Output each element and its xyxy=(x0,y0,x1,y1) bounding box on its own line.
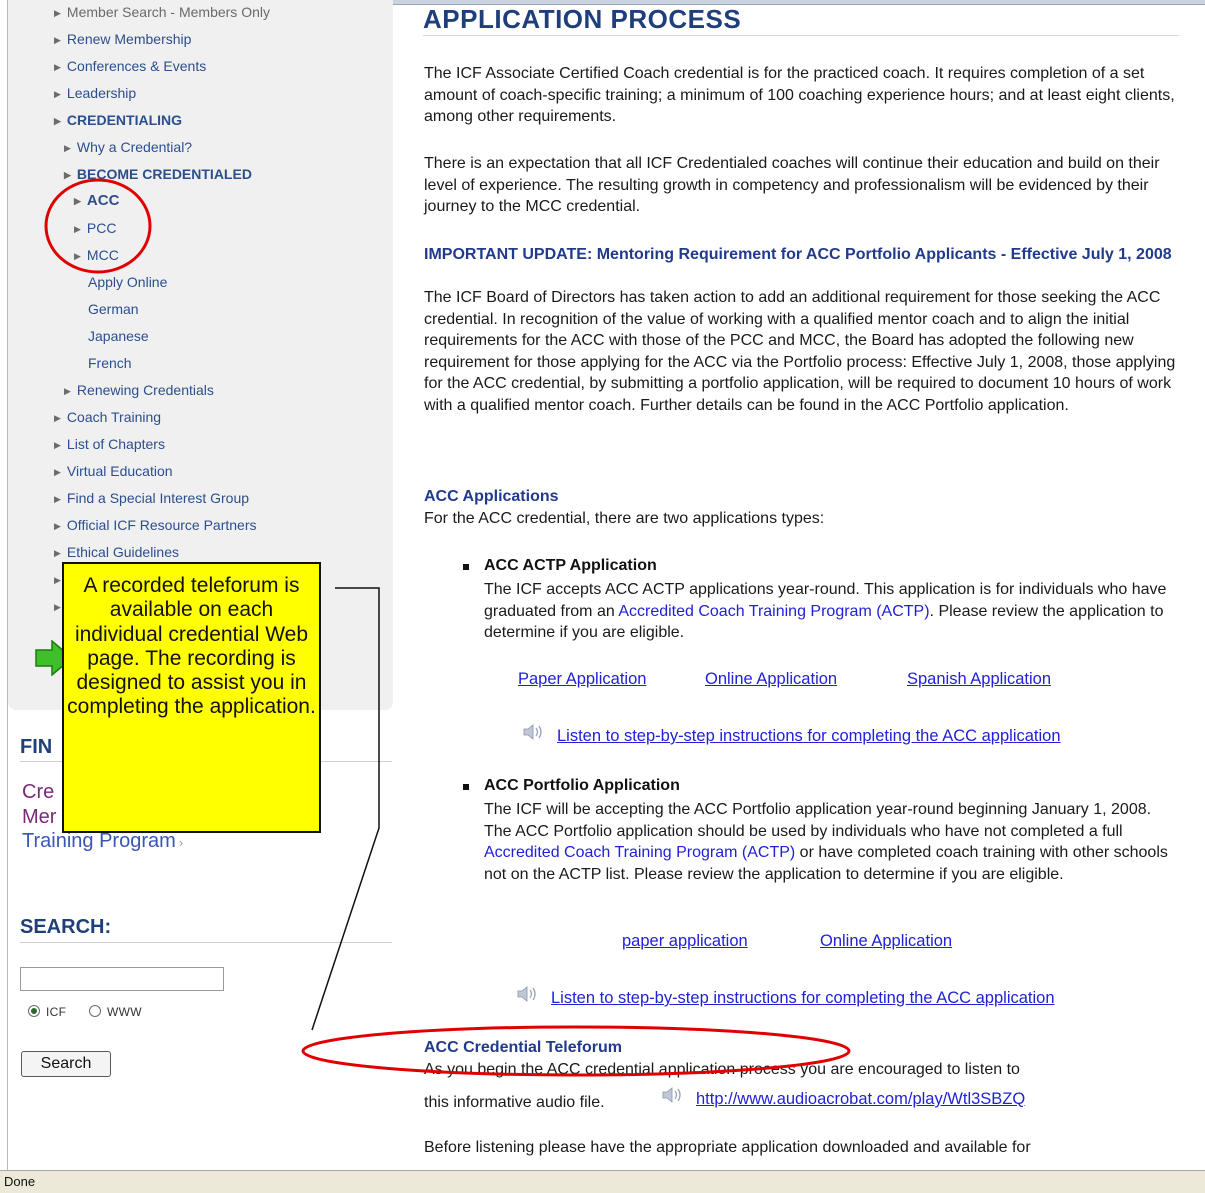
bullet-icon xyxy=(463,564,469,570)
portfolio-online-application-link[interactable]: Online Application xyxy=(820,932,952,951)
actp-paper-application-link[interactable]: Paper Application xyxy=(518,670,646,689)
find-heading: FIN xyxy=(20,736,53,758)
portfolio-program-link[interactable]: Accredited Coach Training Program (ACTP) xyxy=(484,844,795,861)
actp-online-application-link[interactable]: Online Application xyxy=(705,670,837,689)
actp-listen-instructions-link[interactable]: Listen to step-by-step instructions for … xyxy=(557,727,1061,746)
triangle-right-icon: ▶ xyxy=(54,494,61,504)
chevron-right-icon: › xyxy=(178,835,184,850)
sidebar-item-member-search[interactable]: ▶ Member Search - Members Only xyxy=(54,4,270,21)
triangle-right-icon: ▶ xyxy=(74,251,81,261)
triangle-right-icon: ▶ xyxy=(64,170,71,180)
status-text: Done xyxy=(4,1174,36,1189)
sidebar-item-ethical-guidelines[interactable]: ▶ Ethical Guidelines xyxy=(54,544,179,561)
sidebar-item-coach-training[interactable]: ▶ Coach Training xyxy=(54,409,161,426)
actp-program-link[interactable]: Accredited Coach Training Program (ACTP) xyxy=(618,603,929,620)
sidebar-item-japanese[interactable]: Japanese xyxy=(88,328,149,344)
sidebar-item-become-credentialed[interactable]: ▶ BECOME CREDENTIALED xyxy=(64,166,252,183)
search-divider xyxy=(20,942,392,943)
sidebar-item-why-credential[interactable]: ▶ Why a Credential? xyxy=(64,139,192,156)
sidebar-item-special-interest-group[interactable]: ▶ Find a Special Interest Group xyxy=(54,490,249,507)
radio-www[interactable] xyxy=(89,1005,101,1017)
portfolio-application-text: The ICF will be accepting the ACC Portfo… xyxy=(484,801,1168,883)
triangle-right-icon: ▶ xyxy=(54,440,61,450)
promo-line-2[interactable]: Mer xyxy=(22,806,56,829)
triangle-right-icon: ▶ xyxy=(54,35,61,45)
status-bar: Done xyxy=(0,1170,1205,1193)
sidebar-item-conferences[interactable]: ▶ Conferences & Events xyxy=(54,58,206,75)
sidebar-item-german[interactable]: German xyxy=(88,301,139,317)
intro-paragraph-2: There is an expectation that all ICF Cre… xyxy=(424,155,1160,215)
sidebar-item-mcc[interactable]: ▶ MCC xyxy=(74,247,119,264)
triangle-right-icon: ▶ xyxy=(54,548,61,558)
important-update-body: The ICF Board of Directors has taken act… xyxy=(424,289,1176,414)
actp-application-text: The ICF accepts ACC ACTP applications ye… xyxy=(484,581,1167,641)
actp-spanish-application-link[interactable]: Spanish Application xyxy=(907,670,1051,689)
sidebar-item-renewing-credentials[interactable]: ▶ Renewing Credentials xyxy=(64,382,214,399)
triangle-right-icon: ▶ xyxy=(74,224,81,234)
speaker-icon[interactable] xyxy=(523,724,545,740)
search-button[interactable]: Search xyxy=(21,1051,111,1077)
sidebar-item-pcc[interactable]: ▶ PCC xyxy=(74,220,116,237)
portfolio-application-title: ACC Portfolio Application xyxy=(484,777,680,794)
radio-www-label: WWW xyxy=(107,1005,142,1019)
important-update-title: IMPORTANT UPDATE: Mentoring Requirement … xyxy=(424,246,1172,263)
browser-left-edge xyxy=(0,0,8,1170)
bullet-icon xyxy=(463,784,469,790)
teleforum-title: ACC Credential Teleforum xyxy=(424,1039,622,1056)
acc-applications-title: ACC Applications xyxy=(424,488,559,505)
portfolio-listen-instructions-link[interactable]: Listen to step-by-step instructions for … xyxy=(551,989,1055,1008)
teleforum-paragraph-1: As you begin the ACC credential applicat… xyxy=(424,1061,1020,1078)
intro-paragraph-1: The ICF Associate Certified Coach creden… xyxy=(424,65,1175,125)
speaker-icon[interactable] xyxy=(662,1087,684,1103)
promo-line-1[interactable]: Cre xyxy=(22,781,54,804)
teleforum-audio-link[interactable]: http://www.audioacrobat.com/play/Wtl3SBZ… xyxy=(696,1090,1025,1109)
triangle-right-icon: ▶ xyxy=(54,521,61,531)
triangle-right-icon: ▶ xyxy=(54,602,61,612)
triangle-right-icon: ▶ xyxy=(54,8,61,18)
sidebar-item-french[interactable]: French xyxy=(88,355,132,371)
sidebar-item-apply-online[interactable]: Apply Online xyxy=(88,274,167,290)
actp-application-title: ACC ACTP Application xyxy=(484,557,657,574)
speaker-icon[interactable] xyxy=(517,986,539,1002)
page-title: APPLICATION PROCESS xyxy=(423,4,742,34)
triangle-right-icon: ▶ xyxy=(54,62,61,72)
sidebar-item-leadership[interactable]: ▶ Leadership xyxy=(54,85,136,102)
triangle-right-icon: ▶ xyxy=(64,143,71,153)
acc-applications-intro: For the ACC credential, there are two ap… xyxy=(424,510,825,527)
annotation-callout-text: A recorded teleforum is available on eac… xyxy=(67,574,316,719)
radio-icf[interactable] xyxy=(28,1005,40,1017)
triangle-right-icon: ▶ xyxy=(54,467,61,477)
sidebar-item-list-of-chapters[interactable]: ▶ List of Chapters xyxy=(54,436,165,453)
promo-training-program-link[interactable]: Training Program › xyxy=(22,830,183,853)
triangle-right-icon: ▶ xyxy=(54,575,61,585)
title-divider xyxy=(423,35,1179,36)
search-heading: SEARCH: xyxy=(20,916,112,938)
sidebar-item-resource-partners[interactable]: ▶ Official ICF Resource Partners xyxy=(54,517,257,534)
triangle-right-icon: ▶ xyxy=(74,196,81,206)
teleforum-paragraph-2: this informative audio file. xyxy=(424,1094,605,1111)
triangle-right-icon: ▶ xyxy=(54,89,61,99)
annotation-callout-box: A recorded teleforum is available on eac… xyxy=(62,562,321,833)
triangle-right-icon: ▶ xyxy=(64,386,71,396)
sidebar-item-credentialing[interactable]: ▶ CREDENTIALING xyxy=(54,112,182,129)
sidebar-item-virtual-education[interactable]: ▶ Virtual Education xyxy=(54,463,173,480)
triangle-right-icon: ▶ xyxy=(54,116,61,126)
radio-icf-label: ICF xyxy=(46,1005,67,1019)
search-input[interactable] xyxy=(20,967,224,991)
sidebar-item-acc[interactable]: ▶ ACC xyxy=(74,193,119,209)
sidebar-item-renew-membership[interactable]: ▶ Renew Membership xyxy=(54,31,191,48)
before-listening-paragraph: Before listening please have the appropr… xyxy=(424,1139,1031,1156)
portfolio-paper-application-link[interactable]: paper application xyxy=(622,932,748,951)
triangle-right-icon: ▶ xyxy=(54,413,61,423)
